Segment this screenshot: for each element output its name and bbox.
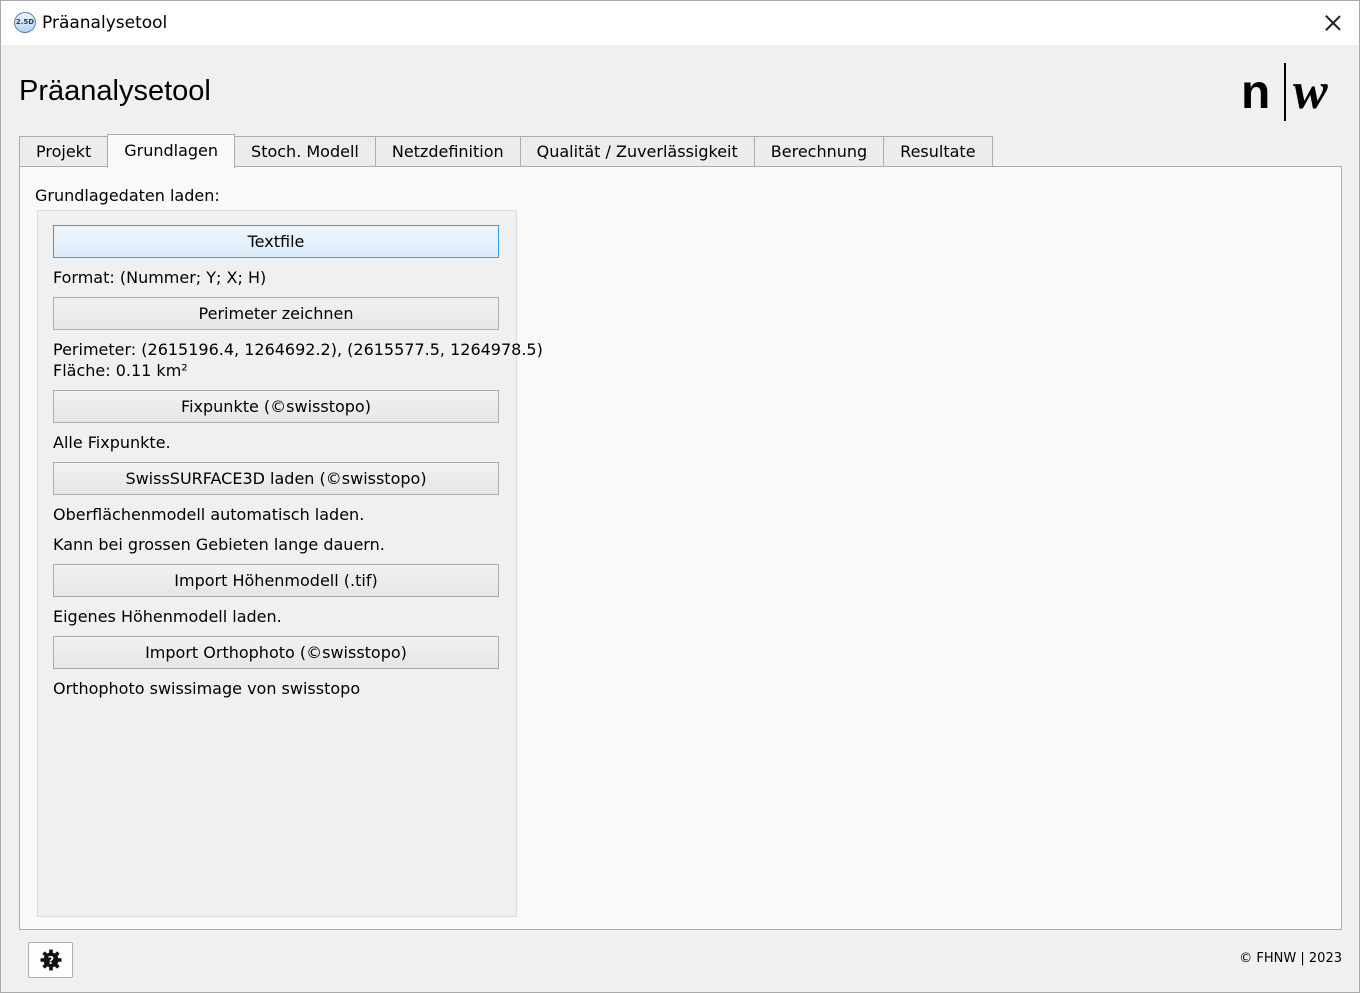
tab-projekt[interactable]: Projekt <box>19 136 109 168</box>
tab-berechnung[interactable]: Berechnung <box>753 136 885 168</box>
logo-letter-w: w <box>1293 63 1328 120</box>
swisssurface3d-button[interactable]: SwissSURFACE3D laden (©swisstopo) <box>53 462 499 495</box>
settings-help-button[interactable]: ? <box>28 942 73 978</box>
close-icon[interactable] <box>1321 11 1345 35</box>
tab-netzdefinition[interactable]: Netzdefinition <box>374 136 521 168</box>
tab-grundlagen[interactable]: Grundlagen <box>107 134 236 168</box>
orthophoto-text: Orthophoto swissimage von swisstopo <box>53 679 361 698</box>
import-orthophoto-button[interactable]: Import Orthophoto (©swisstopo) <box>53 636 499 669</box>
tab-bar: Projekt Grundlagen Stoch. Modell Netzdef… <box>19 134 993 168</box>
title-bar: 2.5D Präanalysetool <box>1 1 1359 45</box>
surface-text-1: Oberflächenmodell automatisch laden. <box>53 505 365 524</box>
surface-text-2: Kann bei grossen Gebieten lange dauern. <box>53 535 385 554</box>
tab-stoch-modell[interactable]: Stoch. Modell <box>234 136 376 168</box>
section-label: Grundlagedaten laden: <box>35 186 220 205</box>
svg-text:?: ? <box>48 954 54 967</box>
perimeter-button[interactable]: Perimeter zeichnen <box>53 297 499 330</box>
format-text: Format: (Nummer; Y; X; H) <box>53 268 267 287</box>
window-title: Präanalysetool <box>42 13 168 33</box>
app-icon: 2.5D <box>14 12 36 33</box>
textfile-button[interactable]: Textfile <box>53 225 499 258</box>
app-window: 2.5D Präanalysetool Präanalysetool n w P… <box>0 0 1360 993</box>
import-hoehenmodell-button[interactable]: Import Höhenmodell (.tif) <box>53 564 499 597</box>
area-text: Fläche: 0.11 km² <box>53 361 188 380</box>
logo-letter-n: n <box>1241 66 1270 119</box>
tab-panel-grundlagen: Grundlagedaten laden: Textfile Format: (… <box>19 166 1342 930</box>
fixpunkte-text: Alle Fixpunkte. <box>53 433 171 452</box>
hoehenmodell-text: Eigenes Höhenmodell laden. <box>53 607 282 626</box>
grundlagen-groupbox: Textfile Format: (Nummer; Y; X; H) Perim… <box>37 210 543 917</box>
page-title: Präanalysetool <box>19 75 211 107</box>
fhnw-logo: n w <box>1241 63 1328 121</box>
tab-resultate[interactable]: Resultate <box>883 136 993 168</box>
logo-divider <box>1284 63 1286 121</box>
copyright-text: © FHNW | 2023 <box>1239 951 1342 966</box>
fixpunkte-button[interactable]: Fixpunkte (©swisstopo) <box>53 390 499 423</box>
tab-qualitaet-zuverlaessigkeit[interactable]: Qualität / Zuverlässigkeit <box>519 136 755 168</box>
gear-help-icon: ? <box>40 949 62 971</box>
perimeter-text: Perimeter: (2615196.4, 1264692.2), (2615… <box>53 340 543 359</box>
